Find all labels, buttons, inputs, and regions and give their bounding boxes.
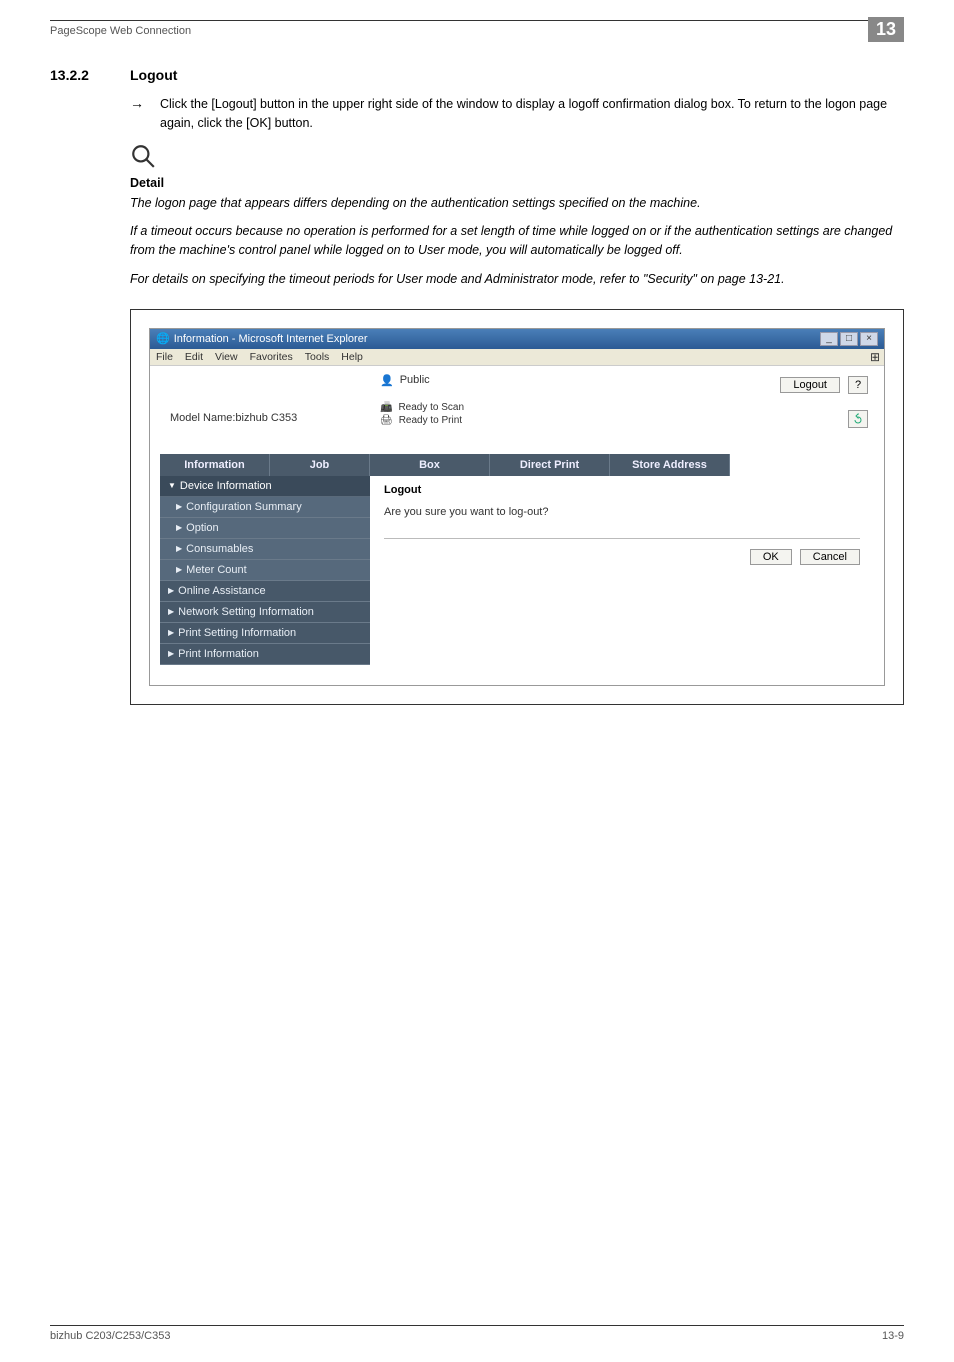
breadcrumb: PageScope Web Connection bbox=[50, 25, 904, 37]
chevron-right-icon: ▶ bbox=[168, 586, 174, 595]
sidebar-online-assistance[interactable]: ▶ Online Assistance bbox=[160, 581, 370, 602]
detail-p1: The logon page that appears differs depe… bbox=[130, 194, 904, 213]
sidebar-item-label: Consumables bbox=[186, 543, 253, 555]
print-icon: 🖨 bbox=[380, 415, 393, 426]
sidebar-item-label: Network Setting Information bbox=[178, 606, 314, 618]
sidebar-option[interactable]: ▶ Option bbox=[160, 518, 370, 539]
sidebar-item-label: Configuration Summary bbox=[186, 501, 302, 513]
chevron-right-icon: ▶ bbox=[176, 523, 182, 532]
ie-menubar: File Edit View Favorites Tools Help ⊞ bbox=[150, 349, 884, 366]
sidebar-consumables[interactable]: ▶ Consumables bbox=[160, 539, 370, 560]
detail-label: Detail bbox=[130, 176, 904, 190]
chevron-right-icon: ▶ bbox=[168, 607, 174, 616]
tab-direct-print[interactable]: Direct Print bbox=[490, 454, 610, 476]
chevron-right-icon: ▶ bbox=[176, 544, 182, 553]
sidebar-meter-count[interactable]: ▶ Meter Count bbox=[160, 560, 370, 581]
sidebar-item-label: Print Information bbox=[178, 648, 259, 660]
model-name: Model Name:bizhub C353 bbox=[170, 412, 297, 424]
magnifier-icon bbox=[130, 143, 904, 174]
sidebar-item-label: Device Information bbox=[180, 480, 272, 492]
menu-tools[interactable]: Tools bbox=[305, 351, 330, 363]
tab-box[interactable]: Box bbox=[370, 454, 490, 476]
close-button[interactable]: × bbox=[860, 332, 878, 346]
divider bbox=[384, 538, 860, 539]
sidebar-device-information[interactable]: ▼ Device Information bbox=[160, 476, 370, 497]
menu-favorites[interactable]: Favorites bbox=[250, 351, 293, 363]
ie-title: Information - Microsoft Internet Explore… bbox=[174, 333, 368, 345]
help-button[interactable]: ? bbox=[848, 376, 868, 394]
minimize-button[interactable]: _ bbox=[820, 332, 838, 346]
ie-icon: 🌐 bbox=[156, 332, 170, 345]
sidebar-configuration-summary[interactable]: ▶ Configuration Summary bbox=[160, 497, 370, 518]
chevron-right-icon: ▶ bbox=[176, 502, 182, 511]
chapter-badge: 13 bbox=[868, 17, 904, 42]
footer-right: 13-9 bbox=[882, 1330, 904, 1342]
tab-store-address[interactable]: Store Address bbox=[610, 454, 730, 476]
footer-left: bizhub C203/C253/C353 bbox=[50, 1330, 170, 1342]
menu-file[interactable]: File bbox=[156, 351, 173, 363]
refresh-button[interactable] bbox=[848, 410, 868, 428]
scan-icon: 📠 bbox=[380, 402, 392, 413]
maximize-button[interactable]: □ bbox=[840, 332, 858, 346]
chevron-right-icon: ▶ bbox=[176, 565, 182, 574]
menu-help[interactable]: Help bbox=[341, 351, 363, 363]
logout-message: Are you sure you want to log-out? bbox=[384, 506, 860, 518]
pane-title: Logout bbox=[384, 484, 860, 496]
section-title: Logout bbox=[130, 67, 177, 83]
menu-view[interactable]: View bbox=[215, 351, 238, 363]
sidebar-print-setting-information[interactable]: ▶ Print Setting Information bbox=[160, 623, 370, 644]
ie-titlebar: 🌐 Information - Microsoft Internet Explo… bbox=[150, 329, 884, 349]
chevron-right-icon: ▶ bbox=[168, 649, 174, 658]
tab-job[interactable]: Job bbox=[270, 454, 370, 476]
sidebar-item-label: Print Setting Information bbox=[178, 627, 296, 639]
sidebar-network-setting-information[interactable]: ▶ Network Setting Information bbox=[160, 602, 370, 623]
instruction-text: Click the [Logout] button in the upper r… bbox=[160, 95, 904, 133]
sidebar-print-information[interactable]: ▶ Print Information bbox=[160, 644, 370, 665]
status-scan: Ready to Scan bbox=[398, 402, 464, 413]
tab-information[interactable]: Information bbox=[160, 454, 270, 476]
logout-button[interactable]: Logout bbox=[780, 377, 840, 393]
detail-p3: For details on specifying the timeout pe… bbox=[130, 270, 904, 289]
arrow-bullet: → bbox=[130, 95, 160, 133]
user-label: Public bbox=[400, 374, 430, 386]
section-number: 13.2.2 bbox=[50, 67, 130, 83]
chevron-right-icon: ▶ bbox=[168, 628, 174, 637]
cancel-button[interactable]: Cancel bbox=[800, 549, 860, 565]
screenshot-container: 🌐 Information - Microsoft Internet Explo… bbox=[130, 309, 904, 705]
menu-edit[interactable]: Edit bbox=[185, 351, 203, 363]
chevron-down-icon: ▼ bbox=[168, 481, 176, 490]
windows-flag-icon: ⊞ bbox=[870, 350, 880, 364]
sidebar-item-label: Meter Count bbox=[186, 564, 247, 576]
ok-button[interactable]: OK bbox=[750, 549, 792, 565]
sidebar-item-label: Option bbox=[186, 522, 218, 534]
user-icon: 👤 bbox=[380, 374, 394, 387]
status-print: Ready to Print bbox=[399, 415, 462, 426]
detail-p2: If a timeout occurs because no operation… bbox=[130, 222, 904, 260]
sidebar-item-label: Online Assistance bbox=[178, 585, 265, 597]
